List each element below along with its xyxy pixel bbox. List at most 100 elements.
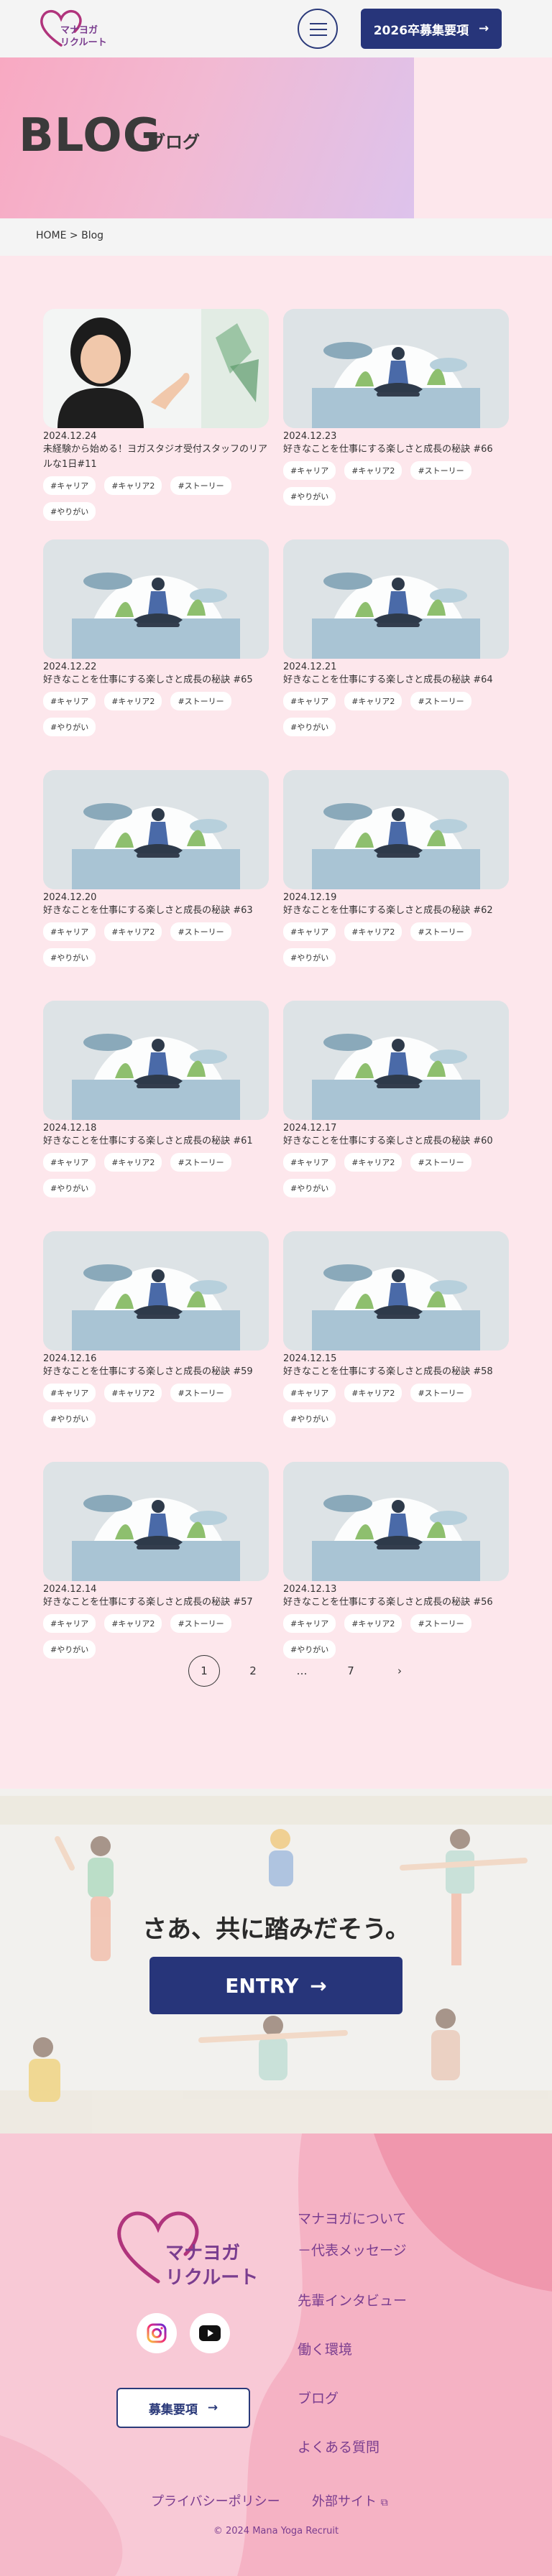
blog-card[interactable]: 2024.12.17 好きなことを仕事にする楽しさと成長の秘訣 #60 #キャリ… [283,1001,509,1197]
card-title[interactable]: 好きなことを仕事にする楽しさと成長の秘訣 #58 [283,1364,509,1379]
card-thumbnail[interactable] [283,539,509,659]
card-title[interactable]: 好きなことを仕事にする楽しさと成長の秘訣 #56 [283,1595,509,1610]
tag-chip[interactable]: #キャリア2 [104,1153,162,1172]
card-thumbnail[interactable] [43,770,269,889]
tag-chip[interactable]: #やりがい [43,502,96,521]
tag-chip[interactable]: #やりがい [43,948,96,967]
card-thumbnail[interactable] [283,1001,509,1120]
footer-nav-environment[interactable]: 働く環境 [298,2339,352,2358]
card-title[interactable]: 好きなことを仕事にする楽しさと成長の秘訣 #64 [283,672,509,687]
card-title[interactable]: 好きなことを仕事にする楽しさと成長の秘訣 #57 [43,1595,269,1610]
tag-chip[interactable]: #ストーリー [410,1153,472,1172]
tag-chip[interactable]: #キャリア2 [104,1614,162,1633]
tag-chip[interactable]: #やりがい [283,487,336,506]
tag-chip[interactable]: #キャリア2 [104,922,162,941]
tag-chip[interactable]: #ストーリー [410,461,472,480]
tag-chip[interactable]: #キャリア2 [104,692,162,710]
tag-chip[interactable]: #キャリア2 [344,692,402,710]
tag-chip[interactable]: #やりがい [283,1409,336,1428]
blog-card[interactable]: 2024.12.24 未経験から始める！ヨガスタジオ受付スタッフのリアルな1日#… [43,309,269,521]
tag-chip[interactable]: #ストーリー [410,1384,472,1402]
page-7[interactable]: 7 [335,1655,367,1687]
footer-nav-faq[interactable]: よくある質問 [298,2437,380,2456]
youtube-icon[interactable] [190,2313,230,2353]
blog-card[interactable]: 2024.12.23 好きなことを仕事にする楽しさと成長の秘訣 #66 #キャリ… [283,309,509,506]
tag-chip[interactable]: #キャリア2 [104,1384,162,1402]
footer-nav-blog[interactable]: ブログ [298,2388,339,2407]
tag-chip[interactable]: #ストーリー [170,922,231,941]
card-thumbnail[interactable] [283,1462,509,1581]
tag-chip[interactable]: #ストーリー [170,1614,231,1633]
card-title[interactable]: 好きなことを仕事にする楽しさと成長の秘訣 #66 [283,442,509,457]
tag-chip[interactable]: #やりがい [43,1640,96,1659]
menu-button[interactable] [298,9,338,49]
tag-chip[interactable]: #やりがい [283,1179,336,1197]
card-thumbnail[interactable] [283,309,509,428]
tag-chip[interactable]: #キャリア [283,1384,336,1402]
card-thumbnail[interactable] [43,1462,269,1581]
footer-nav-message[interactable]: －代表メッセージ [298,2240,407,2259]
tag-chip[interactable]: #キャリア2 [344,1384,402,1402]
card-title[interactable]: 好きなことを仕事にする楽しさと成長の秘訣 #60 [283,1134,509,1149]
tag-chip[interactable]: #キャリア [43,1153,96,1172]
tag-chip[interactable]: #キャリア [283,1153,336,1172]
card-title[interactable]: 好きなことを仕事にする楽しさと成長の秘訣 #63 [43,903,269,918]
tag-chip[interactable]: #キャリア2 [344,922,402,941]
tag-chip[interactable]: #やりがい [283,718,336,736]
blog-card[interactable]: 2024.12.15 好きなことを仕事にする楽しさと成長の秘訣 #58 #キャリ… [283,1231,509,1428]
tag-chip[interactable]: #キャリア2 [344,1614,402,1633]
tag-chip[interactable]: #キャリア2 [344,1153,402,1172]
tag-chip[interactable]: #キャリア2 [104,476,162,495]
tag-chip[interactable]: #ストーリー [410,1614,472,1633]
tag-chip[interactable]: #ストーリー [410,922,472,941]
blog-card[interactable]: 2024.12.22 好きなことを仕事にする楽しさと成長の秘訣 #65 #キャリ… [43,539,269,736]
recruit-header-button[interactable]: 2026卒募集要項 → [361,9,502,49]
blog-card[interactable]: 2024.12.14 好きなことを仕事にする楽しさと成長の秘訣 #57 #キャリ… [43,1462,269,1659]
tag-chip[interactable]: #ストーリー [170,1384,231,1402]
tag-chip[interactable]: #キャリア [283,692,336,710]
tag-chip[interactable]: #キャリア [43,1614,96,1633]
blog-card[interactable]: 2024.12.16 好きなことを仕事にする楽しさと成長の秘訣 #59 #キャリ… [43,1231,269,1428]
card-thumbnail[interactable] [43,1001,269,1120]
next-page-icon[interactable]: › [384,1655,415,1687]
tag-chip[interactable]: #やりがい [43,1179,96,1197]
footer-logo[interactable]: マナヨガ リクルート [108,2202,266,2303]
card-title[interactable]: 好きなことを仕事にする楽しさと成長の秘訣 #62 [283,903,509,918]
tag-chip[interactable]: #キャリア [283,461,336,480]
card-thumbnail[interactable] [43,309,269,428]
blog-card[interactable]: 2024.12.19 好きなことを仕事にする楽しさと成長の秘訣 #62 #キャリ… [283,770,509,967]
blog-card[interactable]: 2024.12.20 好きなことを仕事にする楽しさと成長の秘訣 #63 #キャリ… [43,770,269,967]
tag-chip[interactable]: #やりがい [283,948,336,967]
blog-card[interactable]: 2024.12.18 好きなことを仕事にする楽しさと成長の秘訣 #61 #キャリ… [43,1001,269,1197]
tag-chip[interactable]: #キャリア [43,1384,96,1402]
breadcrumb[interactable]: HOME > Blog [36,230,104,241]
card-thumbnail[interactable] [283,770,509,889]
footer-nav-about[interactable]: マナヨガについて [298,2208,406,2228]
tag-chip[interactable]: #キャリア [283,922,336,941]
tag-chip[interactable]: #キャリア [43,476,96,495]
card-thumbnail[interactable] [283,1231,509,1350]
page-2[interactable]: 2 [237,1655,269,1687]
tag-chip[interactable]: #キャリア [283,1614,336,1633]
external-site-link[interactable]: 外部サイト ⧉ [312,2491,388,2510]
tag-chip[interactable]: #ストーリー [410,692,472,710]
page-1[interactable]: 1 [188,1655,220,1687]
tag-chip[interactable]: #キャリア [43,922,96,941]
card-thumbnail[interactable] [43,1231,269,1350]
tag-chip[interactable]: #やりがい [43,1409,96,1428]
footer-recruit-button[interactable]: 募集要項 → [116,2388,250,2428]
card-title[interactable]: 好きなことを仕事にする楽しさと成長の秘訣 #61 [43,1134,269,1149]
blog-card[interactable]: 2024.12.21 好きなことを仕事にする楽しさと成長の秘訣 #64 #キャリ… [283,539,509,736]
card-title[interactable]: 好きなことを仕事にする楽しさと成長の秘訣 #65 [43,672,269,687]
tag-chip[interactable]: #ストーリー [170,1153,231,1172]
card-thumbnail[interactable] [43,539,269,659]
footer-nav-interview[interactable]: 先輩インタビュー [298,2290,407,2309]
entry-button[interactable]: ENTRY → [150,1957,402,2014]
site-logo[interactable]: マナヨガ リクルート [36,6,115,53]
tag-chip[interactable]: #やりがい [43,718,96,736]
instagram-icon[interactable] [137,2313,177,2353]
blog-card[interactable]: 2024.12.13 好きなことを仕事にする楽しさと成長の秘訣 #56 #キャリ… [283,1462,509,1659]
card-title[interactable]: 未経験から始める！ヨガスタジオ受付スタッフのリアルな1日#11 [43,442,269,472]
tag-chip[interactable]: #ストーリー [170,692,231,710]
tag-chip[interactable]: #キャリア2 [344,461,402,480]
